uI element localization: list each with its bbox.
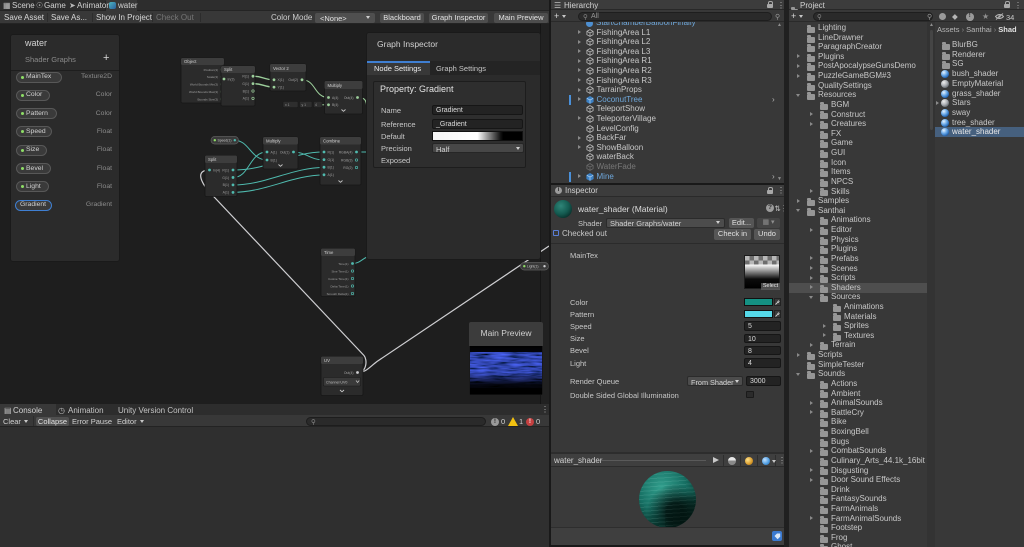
svg-text:Out(4): Out(4) xyxy=(344,96,354,100)
svg-text:RGB(3): RGB(3) xyxy=(341,158,353,162)
svg-text:Time: Time xyxy=(324,250,334,255)
svg-text:Vector 2: Vector 2 xyxy=(273,66,289,71)
svg-text:A(1): A(1) xyxy=(243,97,249,101)
svg-text:Out(1): Out(1) xyxy=(280,150,290,154)
svg-text:Y(1): Y(1) xyxy=(278,85,284,89)
svg-text:G(1): G(1) xyxy=(328,158,335,162)
svg-text:In(3): In(3) xyxy=(228,77,235,81)
svg-text:Smooth Delta(1): Smooth Delta(1) xyxy=(327,292,349,296)
svg-text:B(4): B(4) xyxy=(332,103,338,107)
svg-text:Scale(3): Scale(3) xyxy=(207,75,218,79)
svg-text:R(1): R(1) xyxy=(328,150,335,154)
svg-text:RGBA(4): RGBA(4) xyxy=(339,150,353,154)
svg-text:A(1): A(1) xyxy=(223,191,229,195)
svg-text:G(1): G(1) xyxy=(242,82,249,86)
svg-text:Out(2): Out(2) xyxy=(288,78,298,82)
svg-text:Bounds Size(3): Bounds Size(3) xyxy=(197,97,218,101)
svg-text:Object: Object xyxy=(184,59,197,64)
svg-text:World Bounds Min(3): World Bounds Min(3) xyxy=(190,83,218,87)
svg-text:4: 4 xyxy=(315,103,317,107)
svg-text:B(1): B(1) xyxy=(328,166,334,170)
svg-text:A(1): A(1) xyxy=(328,173,334,177)
svg-text:Delta Time(1): Delta Time(1) xyxy=(330,284,348,288)
svg-text:R(1): R(1) xyxy=(242,75,249,79)
svg-text:X(1): X(1) xyxy=(278,78,284,82)
svg-text:B(1): B(1) xyxy=(243,89,249,93)
svg-text:A(4): A(4) xyxy=(332,96,338,100)
svg-text:Split: Split xyxy=(208,157,217,162)
svg-text:y 1: y 1 xyxy=(302,103,307,107)
svg-text:Multiply: Multiply xyxy=(328,83,343,88)
svg-text:Light(1): Light(1) xyxy=(527,265,539,269)
svg-text:RG(2): RG(2) xyxy=(343,166,352,170)
svg-text:B(1): B(1) xyxy=(271,158,277,162)
svg-text:G(1): G(1) xyxy=(222,176,229,180)
svg-text:Position(3): Position(3) xyxy=(204,68,218,72)
svg-text:Time(1): Time(1) xyxy=(338,262,348,266)
svg-text:Sine Time(1): Sine Time(1) xyxy=(331,269,348,273)
svg-text:Combine: Combine xyxy=(323,139,341,144)
svg-text:A(1): A(1) xyxy=(271,150,277,154)
svg-text:UV: UV xyxy=(324,358,330,363)
svg-text:Channel UV0: Channel UV0 xyxy=(326,381,347,385)
svg-text:In(4): In(4) xyxy=(213,168,220,172)
svg-text:Multiply: Multiply xyxy=(266,139,281,144)
svg-text:Out(4): Out(4) xyxy=(344,371,354,375)
svg-text:Speed(1): Speed(1) xyxy=(218,139,232,143)
svg-text:Cosine Time(1): Cosine Time(1) xyxy=(328,277,348,281)
svg-text:R(1): R(1) xyxy=(222,168,229,172)
svg-text:B(1): B(1) xyxy=(223,183,229,187)
svg-text:Split: Split xyxy=(224,67,233,72)
svg-text:x 1: x 1 xyxy=(285,103,290,107)
svg-text:World Bounds Max(3): World Bounds Max(3) xyxy=(189,90,218,94)
